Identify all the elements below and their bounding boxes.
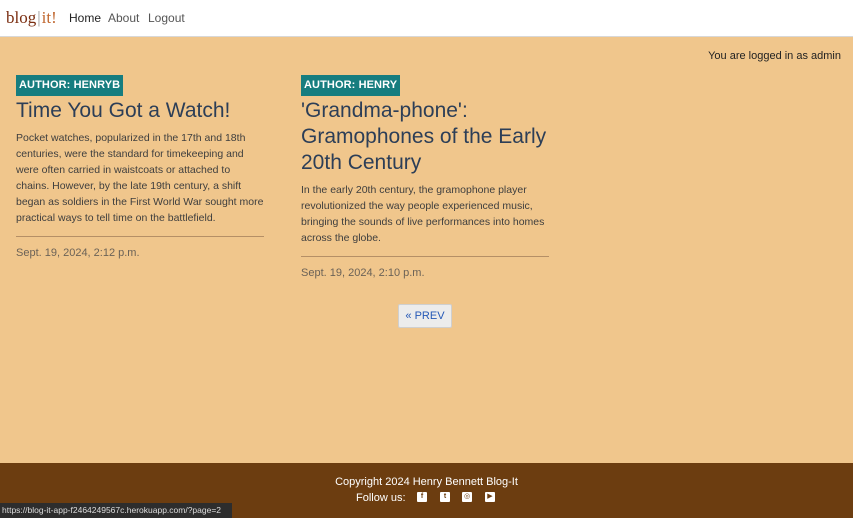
login-status: You are logged in as admin bbox=[708, 50, 841, 62]
instagram-icon[interactable]: ◎ bbox=[462, 492, 472, 502]
footer-copyright: Copyright 2024 Henry Bennett Blog-It bbox=[335, 476, 518, 488]
post-title[interactable]: 'Grandma-phone': Gramophones of the Earl… bbox=[301, 98, 549, 176]
author-badge: AUTHOR: HENRY bbox=[301, 75, 401, 96]
post-excerpt: In the early 20th century, the gramophon… bbox=[301, 184, 545, 244]
nav-about-link[interactable]: About bbox=[108, 11, 139, 25]
post-divider bbox=[301, 256, 549, 257]
nav-logout-link[interactable]: Logout bbox=[148, 11, 185, 25]
post-card: AUTHOR: HENRYB Time You Got a Watch! Poc… bbox=[16, 75, 264, 259]
brand-logo[interactable]: blog|it! bbox=[6, 8, 57, 28]
youtube-icon[interactable]: ▶ bbox=[485, 492, 495, 502]
facebook-icon[interactable]: f bbox=[417, 492, 427, 502]
twitter-icon[interactable]: t bbox=[440, 492, 450, 502]
author-badge: AUTHOR: HENRYB bbox=[16, 75, 124, 96]
brand-logo-right: it! bbox=[41, 8, 57, 27]
nav-home-link[interactable]: Home bbox=[69, 11, 101, 25]
brand-logo-left: blog bbox=[6, 8, 37, 27]
brand-divider: | bbox=[37, 8, 41, 27]
post-card: AUTHOR: HENRY 'Grandma-phone': Gramophon… bbox=[301, 75, 549, 279]
prev-page-button[interactable]: « PREV bbox=[398, 304, 452, 328]
link-status-bar: https://blog-it-app-f2464249567c.herokua… bbox=[0, 503, 232, 518]
post-date: Sept. 19, 2024, 2:10 p.m. bbox=[301, 267, 425, 279]
post-title[interactable]: Time You Got a Watch! bbox=[16, 98, 264, 124]
follow-us-label: Follow us: bbox=[356, 492, 406, 504]
navbar: blog|it! Home About Logout bbox=[0, 0, 853, 37]
post-date: Sept. 19, 2024, 2:12 p.m. bbox=[16, 247, 140, 259]
post-excerpt: Pocket watches, popularized in the 17th … bbox=[16, 132, 264, 224]
post-divider bbox=[16, 236, 264, 237]
